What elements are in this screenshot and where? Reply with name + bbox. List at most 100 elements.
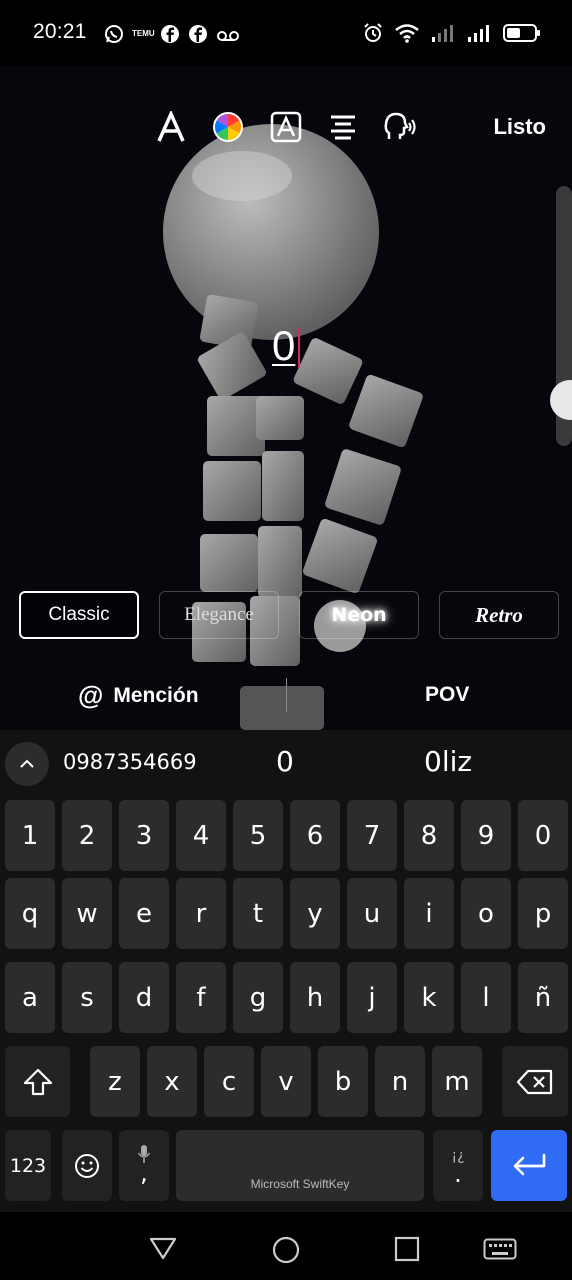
- suggestion-left[interactable]: 0987354669: [63, 750, 197, 774]
- color-wheel-icon: [213, 112, 243, 142]
- key-r[interactable]: r: [176, 878, 226, 949]
- key-i[interactable]: i: [404, 878, 454, 949]
- keyboard-switch-button[interactable]: [483, 1238, 517, 1265]
- key-f[interactable]: f: [176, 962, 226, 1033]
- status-time: 20:21: [33, 20, 87, 43]
- key-y[interactable]: y: [290, 878, 340, 949]
- navigation-bar: [0, 1212, 572, 1280]
- done-button[interactable]: Listo: [493, 114, 546, 140]
- period-label: .: [454, 1159, 462, 1188]
- key-6[interactable]: 6: [290, 800, 340, 871]
- text-caret: [298, 328, 300, 368]
- enter-key[interactable]: [491, 1130, 567, 1201]
- emoji-key[interactable]: [62, 1130, 112, 1201]
- key-t[interactable]: t: [233, 878, 283, 949]
- backspace-key[interactable]: [502, 1046, 568, 1117]
- key-4[interactable]: 4: [176, 800, 226, 871]
- emoji-icon: [75, 1153, 99, 1178]
- text-background-icon: [270, 111, 302, 143]
- key-0[interactable]: 0: [518, 800, 568, 871]
- key-w[interactable]: w: [62, 878, 112, 949]
- font-button[interactable]: [154, 110, 188, 144]
- key-h[interactable]: h: [290, 962, 340, 1033]
- space-brand-label: Microsoft SwiftKey: [250, 1177, 350, 1191]
- notification-icons: TEMU: [104, 24, 240, 44]
- key-enye[interactable]: ñ: [518, 962, 568, 1033]
- temu-icon: TEMU: [132, 29, 155, 38]
- alarm-icon: [364, 23, 382, 42]
- expand-toolbar-button[interactable]: [5, 742, 49, 786]
- font-icon: [157, 111, 185, 142]
- key-p[interactable]: p: [518, 878, 568, 949]
- style-label: Retro: [475, 602, 523, 627]
- text-background-button[interactable]: [269, 110, 303, 144]
- recents-square-icon: [394, 1236, 420, 1262]
- signal-icon: [468, 25, 489, 42]
- key-z[interactable]: z: [90, 1046, 140, 1117]
- key-k[interactable]: k: [404, 962, 454, 1033]
- key-2[interactable]: 2: [62, 800, 112, 871]
- key-s[interactable]: s: [62, 962, 112, 1033]
- key-5[interactable]: 5: [233, 800, 283, 871]
- home-button[interactable]: [272, 1236, 300, 1269]
- key-1[interactable]: 1: [5, 800, 55, 871]
- signal-weak-icon: [432, 25, 453, 42]
- home-circle-icon: [272, 1236, 300, 1264]
- whatsapp-icon: [105, 25, 123, 43]
- key-m[interactable]: m: [432, 1046, 482, 1117]
- key-o[interactable]: o: [461, 878, 511, 949]
- key-v[interactable]: v: [261, 1046, 311, 1117]
- numbers-key[interactable]: 123: [5, 1130, 51, 1201]
- key-n[interactable]: n: [375, 1046, 425, 1117]
- shift-key[interactable]: [5, 1046, 70, 1117]
- facebook-icon: [161, 25, 179, 43]
- key-3[interactable]: 3: [119, 800, 169, 871]
- wifi-icon: [395, 24, 419, 43]
- recents-button[interactable]: [394, 1236, 420, 1267]
- back-triangle-icon: [149, 1237, 177, 1260]
- system-icons: [362, 22, 542, 44]
- voice-head-icon: [384, 112, 416, 139]
- key-9[interactable]: 9: [461, 800, 511, 871]
- chevron-up-icon: [20, 759, 34, 768]
- style-classic-button[interactable]: Classic: [19, 591, 139, 639]
- voicemail-icon: [217, 31, 239, 41]
- key-7[interactable]: 7: [347, 800, 397, 871]
- facebook-icon: [189, 25, 207, 43]
- period-key[interactable]: ¡¿ .: [433, 1130, 483, 1201]
- divider: [286, 678, 287, 712]
- key-e[interactable]: e: [119, 878, 169, 949]
- space-key[interactable]: Microsoft SwiftKey: [176, 1130, 424, 1201]
- backspace-icon: [516, 1069, 553, 1094]
- key-x[interactable]: x: [147, 1046, 197, 1117]
- suggestion-right[interactable]: 0liz: [424, 745, 472, 778]
- key-c[interactable]: c: [204, 1046, 254, 1117]
- key-d[interactable]: d: [119, 962, 169, 1033]
- style-label: Elegance: [184, 604, 254, 625]
- text-input-content[interactable]: 0: [272, 322, 295, 370]
- battery-icon: [503, 24, 540, 42]
- key-q[interactable]: q: [5, 878, 55, 949]
- style-neon-button[interactable]: Neon: [299, 591, 419, 639]
- text-to-speech-button[interactable]: [383, 110, 417, 144]
- key-l[interactable]: l: [461, 962, 511, 1033]
- back-button[interactable]: [148, 1236, 178, 1265]
- suggestion-middle[interactable]: 0: [276, 745, 294, 778]
- mention-button[interactable]: @ Mención: [78, 680, 199, 711]
- key-g[interactable]: g: [233, 962, 283, 1033]
- style-retro-button[interactable]: Retro: [439, 591, 559, 639]
- key-u[interactable]: u: [347, 878, 397, 949]
- key-a[interactable]: a: [5, 962, 55, 1033]
- key-j[interactable]: j: [347, 962, 397, 1033]
- style-elegance-button[interactable]: Elegance: [159, 591, 279, 639]
- color-picker-button[interactable]: [211, 110, 245, 144]
- style-label: Classic: [48, 604, 110, 625]
- pov-button[interactable]: POV: [425, 683, 469, 707]
- enter-icon: [513, 1153, 546, 1175]
- comma-key[interactable]: ,: [119, 1130, 169, 1201]
- text-options-row: @ Mención POV: [0, 670, 572, 722]
- keyboard-icon: [483, 1238, 517, 1260]
- key-8[interactable]: 8: [404, 800, 454, 871]
- key-b[interactable]: b: [318, 1046, 368, 1117]
- alignment-button[interactable]: [326, 110, 360, 144]
